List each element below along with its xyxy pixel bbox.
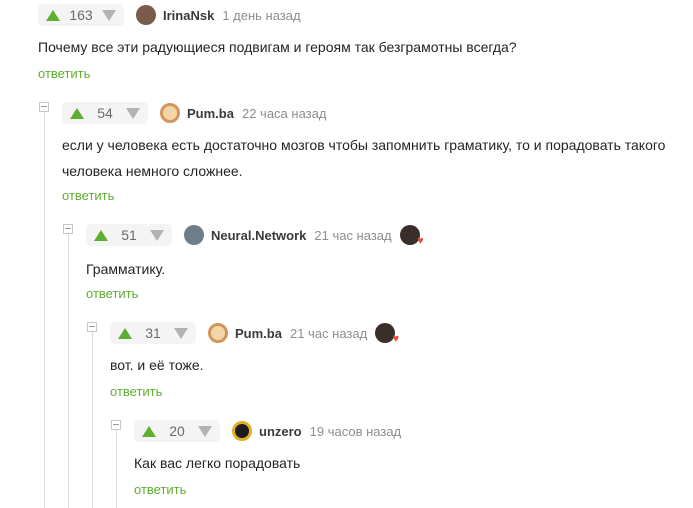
thread-line [116,430,117,508]
upvote-icon[interactable] [94,229,108,241]
comment-header: 163 IrinaNsk 1 день назад [38,4,301,26]
upvote-icon[interactable] [46,9,60,21]
downvote-icon[interactable] [101,9,116,21]
vote-widget: 54 [62,102,148,124]
avatar[interactable] [208,323,228,343]
vote-widget: 51 [86,224,172,246]
comment-header: 20 unzero 19 часов назад [134,420,401,442]
comment-header: 31 Pum.ba 21 час назад ♥ [110,322,399,345]
timestamp[interactable]: 21 час назад [290,326,367,341]
timestamp[interactable]: 1 день назад [222,8,300,23]
reply-link[interactable]: ответить [38,66,90,81]
vote-widget: 20 [134,420,220,442]
reply-link[interactable]: ответить [86,286,138,301]
reply-link[interactable]: ответить [110,384,162,399]
comment-header: 51 Neural.Network 21 час назад ♥ [86,224,424,247]
timestamp[interactable]: 22 часа назад [242,106,326,121]
collapse-thread-icon[interactable] [39,102,49,112]
avatar[interactable] [160,103,180,123]
author-name[interactable]: unzero [259,424,302,439]
collapse-thread-icon[interactable] [63,224,73,234]
thread-line [92,332,93,508]
comment-header: 54 Pum.ba 22 часа назад [62,102,326,124]
upvote-icon[interactable] [118,327,132,339]
score: 54 [97,105,113,121]
vote-widget: 31 [110,322,196,344]
comment-text: Грамматику. [86,261,166,277]
timestamp[interactable]: 19 часов назад [310,424,402,439]
avatar[interactable] [136,5,156,25]
thread-line [68,234,69,508]
score: 20 [169,423,185,439]
avatar[interactable] [232,421,252,441]
reaction-avatar[interactable]: ♥ [399,225,424,247]
downvote-icon[interactable] [173,327,188,339]
collapse-thread-icon[interactable] [87,322,97,332]
vote-widget: 163 [38,4,124,26]
score: 31 [145,325,161,341]
author-name[interactable]: Pum.ba [235,326,282,341]
downvote-icon[interactable] [149,229,164,241]
collapse-thread-icon[interactable] [111,420,121,430]
downvote-icon[interactable] [197,425,212,437]
timestamp[interactable]: 21 час назад [314,228,391,243]
comment-text: Как вас легко порадовать [134,455,301,471]
score: 163 [69,7,93,23]
heart-icon: ♥ [392,333,400,345]
author-name[interactable]: Pum.ba [187,106,234,121]
upvote-icon[interactable] [142,425,156,437]
comment-text: если у человека есть достаточно мозгов ч… [62,137,666,179]
author-name[interactable]: IrinaNsk [163,8,214,23]
reaction-avatar[interactable]: ♥ [375,323,399,345]
thread-line [44,112,45,508]
author-name[interactable]: Neural.Network [211,228,306,243]
reply-link[interactable]: ответить [134,482,186,497]
downvote-icon[interactable] [125,107,140,119]
heart-icon: ♥ [417,235,424,247]
comment-text: Почему все эти радующиеся подвигам и гер… [38,39,517,55]
reply-link[interactable]: ответить [62,188,114,203]
avatar[interactable] [184,225,204,245]
upvote-icon[interactable] [70,107,84,119]
comment-text: вот. и её тоже. [110,357,204,373]
score: 51 [121,227,137,243]
